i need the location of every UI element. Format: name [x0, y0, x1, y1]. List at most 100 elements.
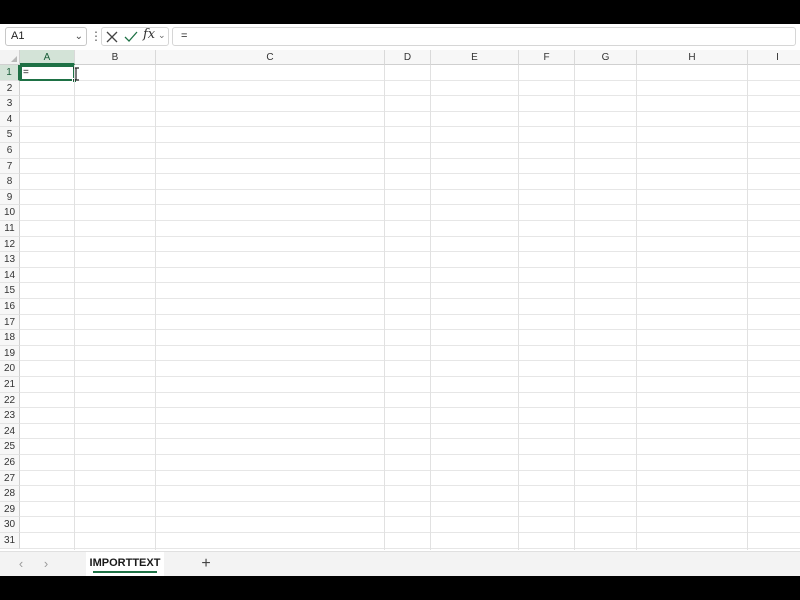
row-gridline: [20, 157, 800, 159]
row-gridline: [20, 220, 800, 221]
row-header-2[interactable]: 2: [0, 80, 20, 97]
row-header-8[interactable]: 8: [0, 174, 20, 190]
row-gridline: [20, 266, 800, 268]
row-header-27[interactable]: 27: [0, 470, 20, 487]
row-gridline: [20, 485, 800, 487]
row-header-31[interactable]: 31: [0, 533, 20, 549]
chevron-down-icon[interactable]: ⌄: [75, 28, 83, 45]
row-header-17[interactable]: 17: [0, 314, 20, 331]
column-gridline: [574, 65, 575, 550]
row-gridline: [20, 329, 800, 331]
spreadsheet-window: A1 ⌄ ⋮ fx ⌄ = ABCDEFGHI 1 2 3 4 5 6 7 8 9 10 11 12 1…: [0, 24, 800, 576]
row-gridline: [20, 173, 800, 175]
row-gridline: [20, 235, 800, 237]
row-gridline: [20, 516, 800, 518]
column-gridline: [155, 65, 156, 550]
row-gridline: [20, 251, 800, 253]
row-header-9[interactable]: 9: [0, 189, 20, 206]
row-header-11[interactable]: 11: [0, 221, 20, 237]
row-gridline: [20, 188, 800, 190]
column-header-e[interactable]: E: [431, 50, 519, 65]
row-gridline: [20, 407, 800, 409]
column-header-g[interactable]: G: [575, 50, 637, 65]
row-header-7[interactable]: 7: [0, 158, 20, 175]
row-gridline: [20, 469, 800, 471]
row-gridline: [20, 313, 800, 315]
row-gridline: [20, 454, 800, 455]
active-cell-content: =: [23, 67, 29, 78]
column-gridline: [747, 65, 748, 550]
row-gridline: [20, 360, 800, 362]
insert-function-button[interactable]: fx: [143, 27, 155, 42]
plus-icon[interactable]: +: [197, 554, 215, 574]
row-header-29[interactable]: 29: [0, 501, 20, 518]
row-header-4[interactable]: 4: [0, 111, 20, 128]
row-gridline: [20, 142, 800, 143]
vertical-ellipsis-icon[interactable]: ⋮: [90, 28, 102, 44]
row-header-20[interactable]: 20: [0, 361, 20, 377]
row-gridline: [20, 422, 800, 424]
column-header-i[interactable]: I: [748, 50, 800, 65]
column-headers: ABCDEFGHI: [20, 50, 800, 65]
row-header-21[interactable]: 21: [0, 377, 20, 393]
row-gridline: [20, 95, 800, 97]
row-header-15[interactable]: 15: [0, 283, 20, 299]
row-header-22[interactable]: 22: [0, 392, 20, 409]
row-gridline: [20, 204, 800, 206]
row-gridline: [20, 110, 800, 112]
name-box-value: A1: [11, 30, 25, 42]
chevron-left-icon[interactable]: ‹: [14, 556, 28, 572]
row-gridline: [20, 126, 800, 128]
cell-area[interactable]: =: [20, 65, 800, 550]
column-gridline: [518, 65, 519, 550]
sheet-tab-importtext[interactable]: IMPORTTEXT: [86, 552, 164, 576]
row-header-28[interactable]: 28: [0, 486, 20, 502]
row-header-24[interactable]: 24: [0, 423, 20, 440]
name-box[interactable]: A1 ⌄: [5, 27, 87, 46]
close-icon[interactable]: [105, 29, 119, 45]
row-gridline: [20, 376, 800, 377]
column-gridline: [430, 65, 431, 550]
formula-buttons: fx ⌄: [101, 27, 169, 46]
row-header-12[interactable]: 12: [0, 236, 20, 253]
row-gridline: [20, 79, 800, 81]
row-header-1[interactable]: 1: [0, 65, 20, 81]
row-header-10[interactable]: 10: [0, 205, 20, 221]
row-gridline: [20, 298, 800, 299]
formula-input[interactable]: =: [172, 27, 796, 46]
column-gridline: [384, 65, 385, 550]
sheet-tab-bar: ‹ › IMPORTTEXT +: [0, 551, 800, 576]
active-cell[interactable]: =: [20, 65, 77, 83]
formula-bar: A1 ⌄ ⋮ fx ⌄ =: [0, 24, 800, 48]
row-header-13[interactable]: 13: [0, 252, 20, 268]
row-header-18[interactable]: 18: [0, 330, 20, 346]
column-header-h[interactable]: H: [637, 50, 748, 65]
row-header-19[interactable]: 19: [0, 345, 20, 362]
chevron-down-icon[interactable]: ⌄: [158, 30, 166, 41]
column-gridline: [636, 65, 637, 550]
row-gridline: [20, 547, 800, 549]
row-header-5[interactable]: 5: [0, 127, 20, 143]
select-all-button[interactable]: [0, 50, 20, 65]
chevron-right-icon[interactable]: ›: [39, 556, 53, 572]
check-icon[interactable]: [124, 29, 138, 45]
column-header-b[interactable]: B: [75, 50, 156, 65]
column-header-c[interactable]: C: [156, 50, 385, 65]
row-gridline: [20, 438, 800, 440]
column-header-f[interactable]: F: [519, 50, 575, 65]
row-header-14[interactable]: 14: [0, 267, 20, 284]
row-header-6[interactable]: 6: [0, 143, 20, 159]
row-header-26[interactable]: 26: [0, 455, 20, 471]
column-header-a[interactable]: A: [20, 50, 75, 65]
row-header-23[interactable]: 23: [0, 408, 20, 424]
row-gridline: [20, 282, 800, 284]
row-gridline: [20, 391, 800, 393]
row-header-3[interactable]: 3: [0, 96, 20, 112]
column-gridline: [74, 65, 75, 550]
row-header-16[interactable]: 16: [0, 299, 20, 315]
row-header-25[interactable]: 25: [0, 439, 20, 455]
row-gridline: [20, 344, 800, 346]
row-header-30[interactable]: 30: [0, 517, 20, 533]
column-header-d[interactable]: D: [385, 50, 431, 65]
row-gridline: [20, 532, 800, 533]
